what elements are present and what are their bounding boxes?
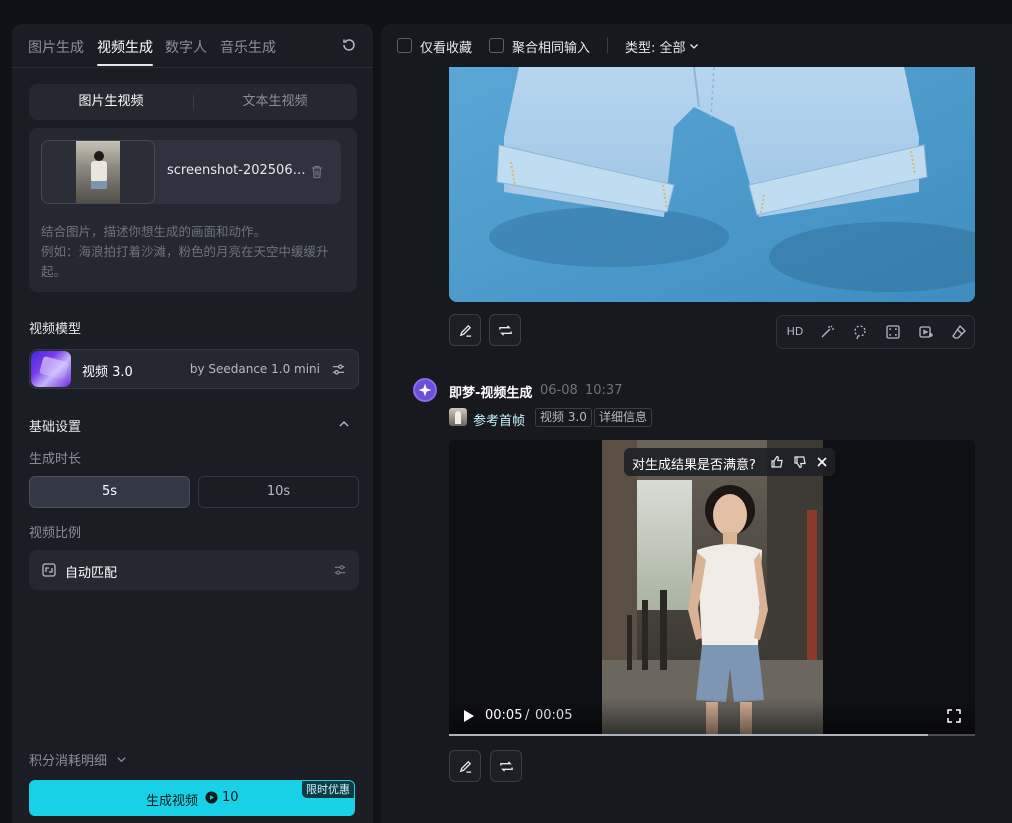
chevron-up-icon[interactable] [338,418,350,430]
chevron-down-icon[interactable] [116,754,127,765]
edit-prompt-button[interactable] [449,750,481,782]
reference-frame-label[interactable]: 参考首帧 [473,410,525,429]
only-favorites-checkbox[interactable] [397,38,412,53]
model-section-title: 视频模型 [29,322,82,337]
video-player[interactable]: 对生成结果是否满意? 00:05 / 00:05 [449,440,975,736]
generation-time: 10:37 [585,383,623,398]
duration-label: 生成时长 [29,452,82,467]
video-progress-bar[interactable] [449,734,975,736]
details-button[interactable]: 详细信息 [594,408,653,427]
ratio-selector[interactable]: 自动匹配 [29,550,359,590]
generation-tabs: 图片生成 视频生成 数字人 音乐生成 [12,24,373,68]
video-progress-fill [449,734,928,736]
close-icon[interactable] [815,455,829,469]
time-separator: / [525,708,530,723]
edit-prompt-button[interactable] [449,314,481,346]
satisfaction-popup: 对生成结果是否满意? [624,448,835,476]
tab-image-generation[interactable]: 图片生成 [28,37,84,57]
thumbnail-shorts [91,181,107,189]
left-panel: 图片生成 视频生成 数字人 音乐生成 图片生视频 文本生视频 screensho… [12,24,373,823]
model-icon [31,351,71,387]
sliders-icon[interactable] [333,563,347,577]
duration-5s-button[interactable]: 5s [29,476,190,508]
uploaded-image-card[interactable]: screenshot-20250608-103646.png [41,140,341,204]
generate-video-button[interactable]: 生成视频 10 限时优惠 [29,780,355,816]
model-provider: by Seedance 1.0 mini [189,362,320,376]
video-plus-icon[interactable] [918,324,934,340]
model-selector[interactable]: 视频 3.0 by Seedance 1.0 mini [29,349,359,389]
thumbnail-shirt [91,161,107,181]
refresh-icon[interactable] [341,37,357,53]
generated-image[interactable] [449,67,975,302]
pencil-icon [459,760,472,773]
prompt-placeholder[interactable]: 结合图片，描述你想生成的画面和动作。 例如：海浪拍打着沙滩，粉色的月亮在天空中缓… [41,222,351,282]
repeat-icon [499,325,512,336]
sparkle-icon [418,383,432,397]
sliders-icon[interactable] [331,362,346,377]
tab-digital-human[interactable]: 数字人 [165,37,207,57]
credit-coin-icon [205,791,218,804]
mode-switch: 图片生视频 文本生视频 [29,84,357,120]
expand-icon[interactable] [885,324,901,340]
tab-music-generation[interactable]: 音乐生成 [220,37,276,57]
play-icon[interactable] [463,709,475,723]
duration-10s-button[interactable]: 10s [198,476,359,508]
magic-wand-icon[interactable] [819,324,835,340]
tab-video-generation[interactable]: 视频生成 [97,37,153,66]
model-name: 视频 3.0 [82,365,133,380]
hd-upscale-button[interactable]: HD [785,324,805,340]
model-tag: 视频 3.0 [535,408,592,427]
ratio-value: 自动匹配 [65,566,118,581]
filter-divider [607,37,608,53]
type-filter-dropdown[interactable]: 类型: 全部 [625,37,686,56]
video-still [602,440,823,736]
generator-avatar [413,378,437,402]
credit-detail-toggle[interactable]: 积分消耗明细 [29,750,107,769]
merge-same-input-checkbox[interactable] [489,38,504,53]
prompt-box[interactable]: screenshot-20250608-103646.png 结合图片，描述你想… [29,128,357,292]
uploaded-file-name: screenshot-20250608-103646.png [167,163,307,178]
pencil-icon [459,324,472,337]
generate-cost: 10 [222,790,239,805]
fullscreen-icon[interactable] [947,709,961,723]
only-favorites-label[interactable]: 仅看收藏 [420,37,472,56]
eraser-icon[interactable] [951,324,967,340]
jeans-shorts-image [449,67,975,302]
image-tools-group: HD [776,315,975,349]
generation-title: 即梦-视频生成 [449,386,533,401]
reference-frame-thumbnail[interactable] [449,408,467,426]
thumbnail-head [94,151,104,161]
repeat-icon [500,761,513,772]
results-panel: 仅看收藏 聚合相同输入 类型: 全部 HD 即梦-视频生成 06-08 10:3… [381,24,1012,823]
uploaded-image-thumbnail[interactable] [41,140,155,204]
current-time: 00:05 [485,708,523,723]
generate-label: 生成视频 [146,794,199,809]
ratio-label: 视频比例 [29,526,82,541]
trash-icon[interactable] [309,164,325,180]
merge-same-input-label[interactable]: 聚合相同输入 [512,37,590,56]
satisfaction-prompt: 对生成结果是否满意? [632,458,756,473]
text-to-video-button[interactable]: 文本生视频 [193,84,357,120]
total-time: 00:05 [535,708,573,723]
thumbs-down-icon[interactable] [793,455,807,469]
basic-settings-title: 基础设置 [29,420,82,435]
image-to-video-button[interactable]: 图片生视频 [29,84,193,120]
lasso-icon[interactable] [852,324,868,340]
regenerate-button[interactable] [489,314,521,346]
regenerate-button[interactable] [490,750,522,782]
chevron-down-icon[interactable] [689,41,699,51]
video-frame [602,440,823,736]
aspect-ratio-icon [42,563,56,577]
video-controls: 00:05 / 00:05 [449,698,975,736]
thumbs-up-icon[interactable] [770,455,784,469]
generation-date: 06-08 [540,383,578,398]
filter-bar: 仅看收藏 聚合相同输入 类型: 全部 [381,24,1012,67]
promo-badge: 限时优惠 [302,781,354,798]
